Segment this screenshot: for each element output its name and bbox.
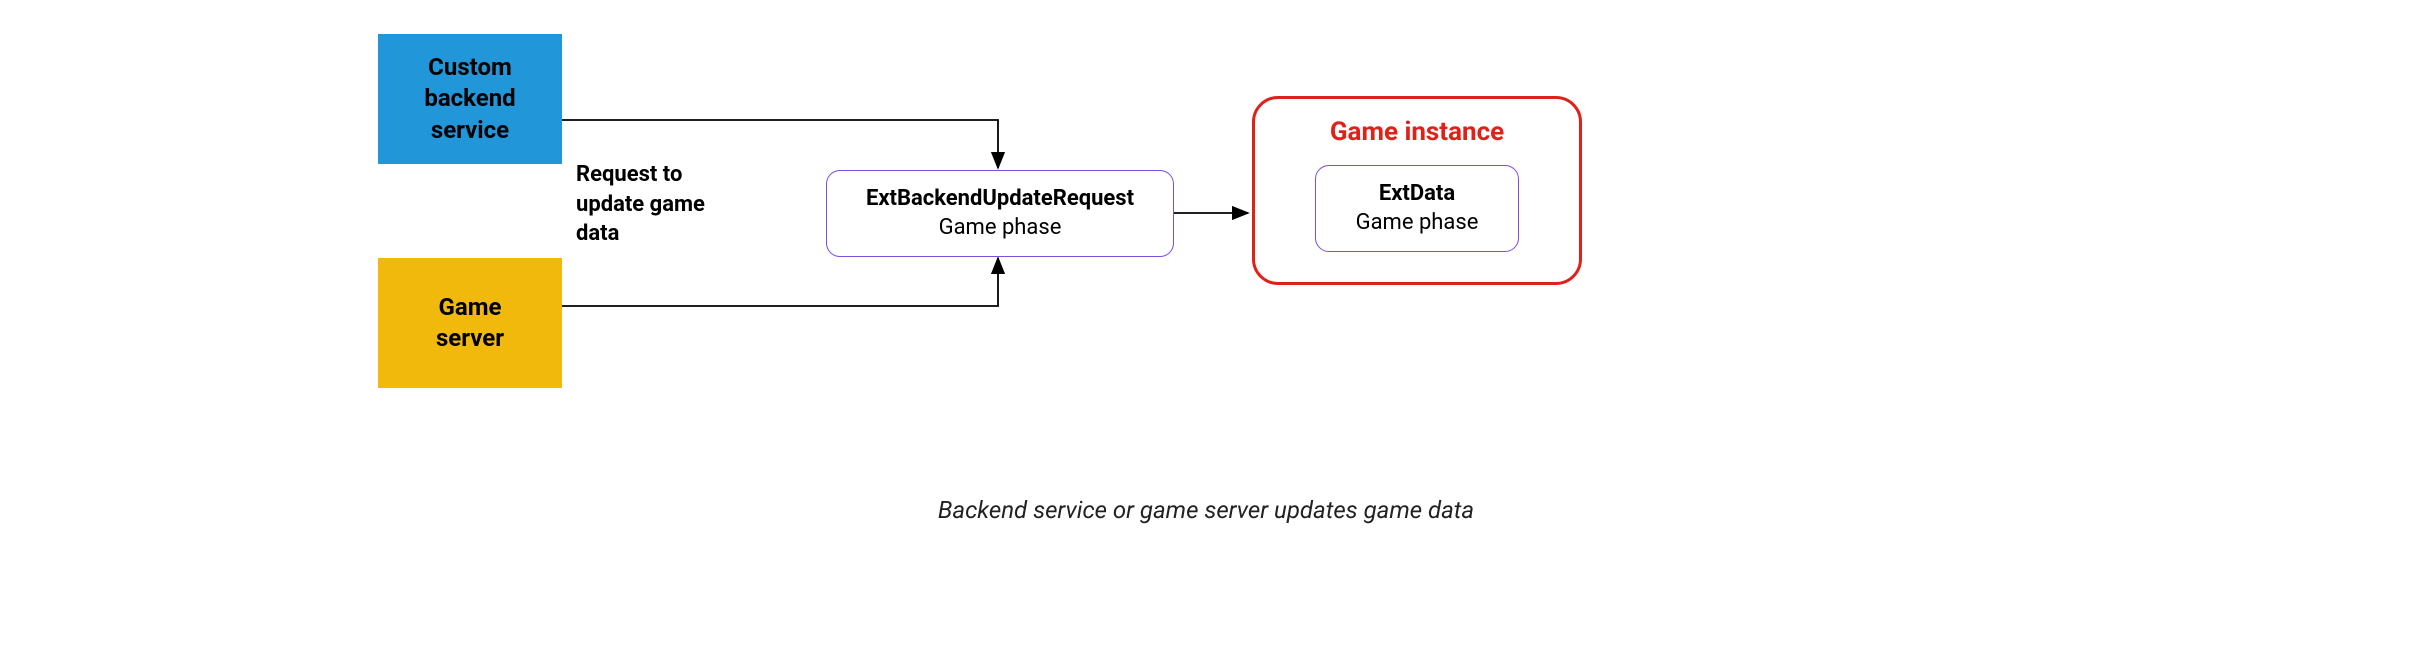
game-instance-node: Game instance ExtData Game phase — [1252, 96, 1582, 285]
diagram-caption: Backend service or game server updates g… — [0, 496, 2412, 524]
game-server-label: Game server — [436, 292, 504, 354]
ext-request-subtitle: Game phase — [939, 214, 1062, 243]
edge-label-text: Request to update game data — [576, 162, 705, 246]
ext-data-subtitle: Game phase — [1356, 209, 1479, 238]
ext-request-node: ExtBackendUpdateRequest Game phase — [826, 170, 1174, 257]
diagram-arrows — [0, 0, 2412, 647]
caption-text: Backend service or game server updates g… — [938, 496, 1474, 524]
game-instance-title: Game instance — [1330, 117, 1504, 147]
custom-backend-label: Custom backend service — [424, 52, 515, 146]
ext-data-node: ExtData Game phase — [1315, 165, 1520, 252]
diagram-container: Custom backend service Game server Reque… — [0, 0, 2412, 647]
game-server-node: Game server — [378, 258, 562, 388]
edge-label: Request to update game data — [576, 160, 705, 249]
ext-request-title: ExtBackendUpdateRequest — [866, 185, 1134, 214]
ext-data-title: ExtData — [1379, 180, 1455, 209]
custom-backend-node: Custom backend service — [378, 34, 562, 164]
